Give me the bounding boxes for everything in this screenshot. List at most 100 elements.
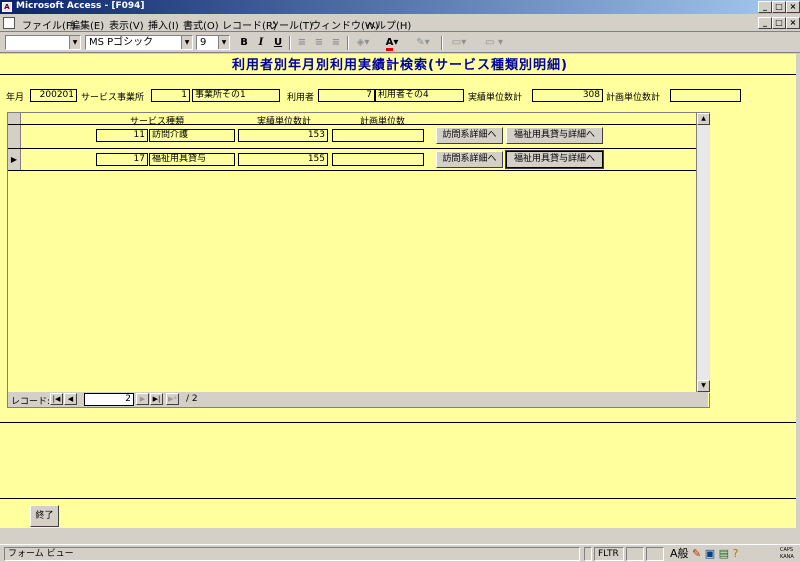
office-name-field[interactable]: 事業所その1 [192, 89, 280, 102]
table-row[interactable]: ▶ 17 福祉用具貸与 155 訪問系詳細へ 福祉用具貸与詳細へ [8, 149, 696, 170]
fill-color-icon[interactable]: ◈▾ [352, 36, 374, 50]
form-body: 利用者別年月別利用実績計検索(サービス種類別明細) 年月 200201 サービス… [0, 54, 800, 544]
menu-help[interactable]: ヘルプ(H) [366, 17, 411, 32]
ime-tool-icon[interactable]: ✎ [692, 547, 701, 560]
plan-units-field[interactable] [332, 129, 424, 142]
window-close-button[interactable]: × [786, 1, 800, 13]
status-panel [646, 547, 664, 561]
current-record-icon[interactable]: ▶ [8, 149, 21, 170]
menu-file[interactable]: ファイル(F) [22, 17, 76, 32]
user-label: 利用者 [287, 93, 315, 103]
chevron-down-icon: ▼ [69, 36, 80, 49]
welfare-equipment-detail-button[interactable]: 福祉用具貸与詳細へ [505, 150, 604, 169]
ym-label: 年月 [6, 93, 25, 103]
doc-minimize-button[interactable]: _ [758, 17, 772, 29]
footer-divider [0, 422, 796, 423]
ime-pad-icon[interactable]: ▣ [705, 547, 715, 560]
menu-edit[interactable]: 編集(E) [70, 17, 104, 32]
align-right-icon[interactable]: ≡ [328, 36, 344, 50]
ime-toolbar[interactable]: A般 ✎ ▣ ▤ ? CAPS KANA [670, 546, 798, 562]
bold-button[interactable]: B [236, 36, 252, 50]
plan-total-field[interactable] [670, 89, 741, 102]
exit-button[interactable]: 終了 [30, 505, 59, 527]
service-name-field[interactable]: 福祉用具貸与 [149, 153, 235, 166]
align-center-icon[interactable]: ≡ [311, 36, 327, 50]
chevron-down-icon: ▼ [218, 36, 229, 49]
status-panel [584, 547, 592, 561]
record-selector[interactable] [8, 125, 21, 148]
line-width-icon[interactable]: ▭▾ [446, 36, 472, 50]
formatting-toolbar: ▼ MS Pゴシック ▼ 9 ▼ B I U ≡ ≡ ≡ ◈▾ A▾ ✎▾ ▭▾ ▭… [0, 33, 800, 53]
last-record-icon[interactable]: ▶| [150, 393, 163, 405]
actual-units-field[interactable]: 155 [238, 153, 328, 166]
toolbar-separator [289, 36, 291, 50]
menu-view[interactable]: 表示(V) [109, 17, 144, 32]
header-divider [0, 74, 796, 75]
filter-indicator: FLTR [594, 547, 624, 561]
actual-units-field[interactable]: 153 [238, 129, 328, 142]
form-document-icon[interactable] [3, 17, 15, 29]
actual-total-field[interactable]: 308 [532, 89, 603, 102]
window-maximize-button[interactable]: □ [772, 1, 786, 13]
vertical-scrollbar[interactable]: ▲ ▼ [696, 113, 710, 393]
align-left-icon[interactable]: ≡ [294, 36, 310, 50]
line-color-icon[interactable]: ✎▾ [411, 36, 435, 50]
first-record-icon[interactable]: |◀ [50, 393, 63, 405]
font-size-combo[interactable]: 9 ▼ [196, 35, 230, 50]
italic-button[interactable]: I [253, 36, 269, 50]
plan-units-field[interactable] [332, 153, 424, 166]
plan-total-label: 計画単位数計 [606, 93, 661, 103]
special-effect-icon[interactable]: ▭ ▾ [477, 36, 511, 50]
ime-help-icon[interactable]: ? [733, 547, 739, 560]
service-id-field[interactable]: 17 [96, 153, 148, 166]
user-name-field[interactable]: 利用者その4 [375, 89, 464, 102]
menu-tools[interactable]: ツール(T) [269, 17, 313, 32]
actual-total-label: 実績単位数計 [468, 93, 523, 103]
form-title: 利用者別年月別利用実績計検索(サービス種類別明細) [232, 58, 568, 73]
current-record-field[interactable]: 2 [84, 393, 134, 406]
record-total: / 2 [186, 394, 198, 404]
ym-field[interactable]: 200201 [30, 89, 77, 102]
scroll-down-icon[interactable]: ▼ [697, 380, 710, 392]
status-panel [626, 547, 644, 561]
service-id-field[interactable]: 11 [96, 129, 148, 142]
ime-mode-indicator[interactable]: 般 [678, 547, 689, 560]
window-title: Microsoft Access - [F094] [16, 1, 145, 11]
office-id-field[interactable]: 1 [151, 89, 190, 102]
scroll-up-icon[interactable]: ▲ [697, 113, 710, 125]
toolbar-separator [347, 36, 349, 50]
record-nav-label: レコード: [11, 397, 51, 407]
previous-record-icon[interactable]: ◀ [64, 393, 77, 405]
user-id-field[interactable]: 7 [318, 89, 375, 102]
detail-subform: サービス種類 実績単位数計 計画単位数 11 訪問介護 153 訪問系詳細へ 福… [7, 112, 710, 408]
doc-restore-button[interactable]: □ [772, 17, 786, 29]
title-bar: A Microsoft Access - [F094] _ □ × [0, 0, 800, 14]
ime-dictionary-icon[interactable]: ▤ [719, 547, 729, 560]
record-navigation-bar: レコード: |◀ ◀ 2 ▶ ▶| ▶* / 2 [8, 392, 708, 407]
next-record-icon[interactable]: ▶ [136, 393, 149, 405]
row-divider [8, 170, 696, 171]
menu-insert[interactable]: 挿入(I) [148, 17, 179, 32]
doc-close-button[interactable]: × [786, 17, 800, 29]
office-label: サービス事業所 [81, 93, 145, 103]
font-name-combo[interactable]: MS Pゴシック ▼ [85, 35, 193, 50]
access-app-icon[interactable]: A [2, 2, 12, 12]
menu-bar: ファイル(F) 編集(E) 表示(V) 挿入(I) 書式(O) レコード(R) … [0, 15, 800, 32]
window-minimize-button[interactable]: _ [758, 1, 772, 13]
visit-detail-button[interactable]: 訪問系詳細へ [436, 151, 503, 168]
underline-button[interactable]: U [270, 36, 286, 50]
chevron-down-icon: ▼ [181, 36, 192, 49]
status-text: フォーム ビュー [4, 547, 580, 561]
menu-format[interactable]: 書式(O) [183, 17, 219, 32]
form-footer-strip [0, 528, 796, 544]
new-record-icon[interactable]: ▶* [166, 393, 179, 405]
table-row[interactable]: 11 訪問介護 153 訪問系詳細へ 福祉用具貸与詳細へ [8, 125, 696, 148]
welfare-equipment-detail-button[interactable]: 福祉用具貸与詳細へ [506, 127, 603, 144]
object-combo[interactable]: ▼ [5, 35, 81, 50]
visit-detail-button[interactable]: 訪問系詳細へ [436, 127, 503, 144]
ime-input-icon[interactable]: A [670, 547, 678, 560]
font-color-icon[interactable]: A▾ [380, 36, 404, 51]
status-bar: フォーム ビュー FLTR A般 ✎ ▣ ▤ ? CAPS KANA [0, 544, 800, 562]
footer-divider-2 [0, 498, 796, 499]
service-name-field[interactable]: 訪問介護 [149, 129, 235, 142]
